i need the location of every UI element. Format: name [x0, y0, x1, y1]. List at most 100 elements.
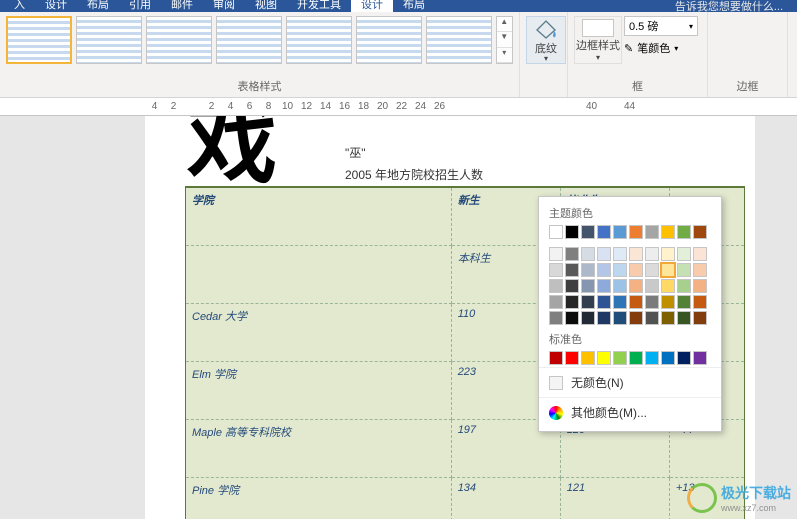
- tab-table-design[interactable]: 设计: [351, 0, 393, 12]
- color-swatch[interactable]: [581, 279, 595, 293]
- color-swatch[interactable]: [597, 351, 611, 365]
- gallery-spinner[interactable]: ▲ ▼ ▾: [496, 16, 514, 64]
- color-swatch[interactable]: [661, 351, 675, 365]
- color-swatch[interactable]: [629, 279, 643, 293]
- pen-color-button[interactable]: ✎ 笔颜色 ▾: [624, 38, 698, 58]
- tab-design[interactable]: 设计: [35, 0, 77, 12]
- color-swatch[interactable]: [581, 311, 595, 325]
- color-swatch[interactable]: [645, 247, 659, 261]
- table-cell[interactable]: Elm 学院: [186, 361, 452, 419]
- color-swatch[interactable]: [581, 247, 595, 261]
- color-swatch[interactable]: [581, 351, 595, 365]
- table-header[interactable]: 学院: [186, 187, 452, 245]
- color-swatch[interactable]: [677, 225, 691, 239]
- table-style-thumb-2[interactable]: [76, 16, 142, 64]
- color-swatch[interactable]: [597, 279, 611, 293]
- color-swatch[interactable]: [597, 311, 611, 325]
- color-swatch[interactable]: [677, 311, 691, 325]
- gallery-more-icon[interactable]: ▾: [497, 48, 513, 63]
- no-color-item[interactable]: 无颜色(N): [539, 367, 721, 397]
- color-swatch[interactable]: [693, 247, 707, 261]
- color-swatch[interactable]: [597, 247, 611, 261]
- horizontal-ruler[interactable]: 4224681012141618202224264044: [0, 98, 797, 116]
- color-swatch[interactable]: [645, 311, 659, 325]
- color-swatch[interactable]: [629, 351, 643, 365]
- color-swatch[interactable]: [661, 247, 675, 261]
- color-swatch[interactable]: [565, 279, 579, 293]
- tab-dev[interactable]: 开发工具: [287, 0, 351, 12]
- color-swatch[interactable]: [565, 295, 579, 309]
- color-swatch[interactable]: [645, 263, 659, 277]
- border-style-button[interactable]: 边框样式 ▾: [574, 16, 622, 64]
- color-swatch[interactable]: [565, 311, 579, 325]
- color-swatch[interactable]: [629, 225, 643, 239]
- table-cell[interactable]: Maple 高等专科院校: [186, 419, 452, 477]
- tab-view[interactable]: 视图: [245, 0, 287, 12]
- color-swatch[interactable]: [661, 311, 675, 325]
- color-swatch[interactable]: [581, 225, 595, 239]
- tab-table-layout[interactable]: 布局: [393, 0, 435, 12]
- color-swatch[interactable]: [565, 351, 579, 365]
- color-swatch[interactable]: [693, 351, 707, 365]
- tab-mailings[interactable]: 邮件: [161, 0, 203, 12]
- color-swatch[interactable]: [629, 295, 643, 309]
- color-swatch[interactable]: [613, 225, 627, 239]
- pen-weight-select[interactable]: 0.5 磅▾: [624, 16, 698, 36]
- color-swatch[interactable]: [549, 225, 563, 239]
- color-swatch[interactable]: [661, 225, 675, 239]
- tell-me-input[interactable]: 告诉我您想要做什么...: [675, 0, 793, 12]
- table-cell[interactable]: Pine 学院: [186, 477, 452, 519]
- color-swatch[interactable]: [597, 263, 611, 277]
- color-swatch[interactable]: [693, 225, 707, 239]
- more-colors-item[interactable]: 其他颜色(M)...: [539, 397, 721, 427]
- color-swatch[interactable]: [613, 311, 627, 325]
- color-swatch[interactable]: [597, 225, 611, 239]
- color-swatch[interactable]: [613, 263, 627, 277]
- color-swatch[interactable]: [645, 351, 659, 365]
- color-swatch[interactable]: [613, 279, 627, 293]
- color-swatch[interactable]: [645, 295, 659, 309]
- table-cell[interactable]: Cedar 大学: [186, 303, 452, 361]
- color-swatch[interactable]: [629, 263, 643, 277]
- color-swatch[interactable]: [565, 263, 579, 277]
- table-cell[interactable]: 121: [560, 477, 669, 519]
- color-swatch[interactable]: [629, 247, 643, 261]
- color-swatch[interactable]: [581, 295, 595, 309]
- shading-button[interactable]: 底纹 ▾: [526, 16, 566, 64]
- color-swatch[interactable]: [693, 295, 707, 309]
- color-swatch[interactable]: [565, 225, 579, 239]
- color-swatch[interactable]: [565, 247, 579, 261]
- table-style-thumb-7[interactable]: [426, 16, 492, 64]
- color-swatch[interactable]: [677, 295, 691, 309]
- color-swatch[interactable]: [677, 279, 691, 293]
- color-swatch[interactable]: [549, 351, 563, 365]
- table-cell[interactable]: 134: [451, 477, 560, 519]
- table-style-thumb-4[interactable]: [216, 16, 282, 64]
- tab-layout[interactable]: 布局: [77, 0, 119, 12]
- color-swatch[interactable]: [549, 295, 563, 309]
- tab-review[interactable]: 审阅: [203, 0, 245, 12]
- color-swatch[interactable]: [645, 279, 659, 293]
- color-swatch[interactable]: [677, 351, 691, 365]
- color-swatch[interactable]: [581, 263, 595, 277]
- tab-references[interactable]: 引用: [119, 0, 161, 12]
- color-swatch[interactable]: [661, 295, 675, 309]
- color-swatch[interactable]: [677, 247, 691, 261]
- color-swatch[interactable]: [693, 263, 707, 277]
- color-swatch[interactable]: [549, 311, 563, 325]
- color-swatch[interactable]: [693, 279, 707, 293]
- table-style-thumb-6[interactable]: [356, 16, 422, 64]
- color-swatch[interactable]: [629, 311, 643, 325]
- table-cell[interactable]: [186, 245, 452, 303]
- table-style-thumb-1[interactable]: [6, 16, 72, 64]
- color-swatch[interactable]: [613, 295, 627, 309]
- table-style-thumb-3[interactable]: [146, 16, 212, 64]
- table-style-thumb-5[interactable]: [286, 16, 352, 64]
- tab-insert[interactable]: 入: [4, 0, 35, 12]
- color-swatch[interactable]: [613, 247, 627, 261]
- color-swatch[interactable]: [549, 279, 563, 293]
- color-swatch[interactable]: [549, 263, 563, 277]
- color-swatch[interactable]: [597, 295, 611, 309]
- color-swatch[interactable]: [661, 263, 675, 277]
- color-swatch[interactable]: [645, 225, 659, 239]
